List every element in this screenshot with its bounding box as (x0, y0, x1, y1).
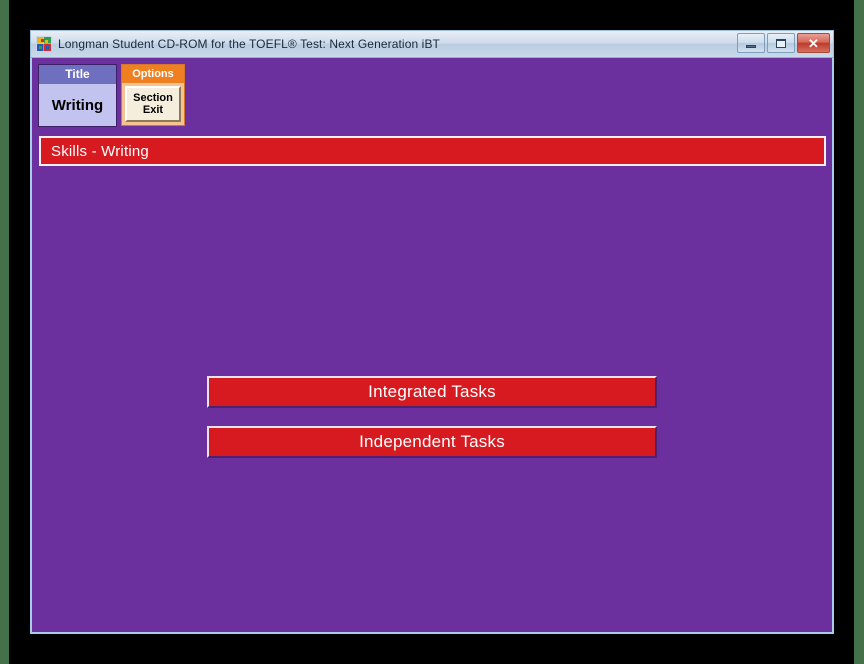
window-titlebar[interactable]: Longman Student CD-ROM for the TOEFL® Te… (30, 30, 834, 58)
minimize-button[interactable] (737, 33, 765, 53)
skills-banner-text: Skills - Writing (51, 142, 149, 160)
options-panel-header: Options (122, 65, 184, 84)
integrated-tasks-button[interactable]: Integrated Tasks (207, 376, 657, 408)
application-window: Longman Student CD-ROM for the TOEFL® Te… (30, 30, 834, 634)
top-panel-strip: Title Writing Options Section Exit (32, 58, 832, 128)
desktop-right-edge (854, 0, 864, 664)
section-exit-button[interactable]: Section Exit (125, 86, 181, 123)
independent-tasks-button[interactable]: Independent Tasks (207, 426, 657, 458)
title-panel-header: Title (39, 65, 116, 85)
section-exit-label-line2: Exit (142, 104, 164, 117)
window-controls: ✕ (737, 33, 830, 53)
minimize-icon (746, 44, 756, 48)
options-panel: Options Section Exit (121, 64, 185, 127)
app-mosaic-icon (36, 36, 52, 52)
section-exit-label-line1: Section (133, 91, 173, 104)
window-client-area: Title Writing Options Section Exit Skill… (32, 58, 832, 632)
task-button-group: Integrated Tasks Independent Tasks (32, 376, 832, 458)
maximize-button[interactable] (767, 33, 795, 53)
title-panel-value: Writing (39, 84, 116, 127)
close-button[interactable]: ✕ (797, 33, 830, 53)
options-panel-body: Section Exit (122, 83, 184, 126)
skills-banner: Skills - Writing (39, 136, 826, 167)
title-panel: Title Writing (38, 64, 117, 128)
maximize-icon (776, 38, 786, 48)
desktop-left-edge (0, 0, 9, 664)
window-title-text: Longman Student CD-ROM for the TOEFL® Te… (58, 37, 440, 51)
